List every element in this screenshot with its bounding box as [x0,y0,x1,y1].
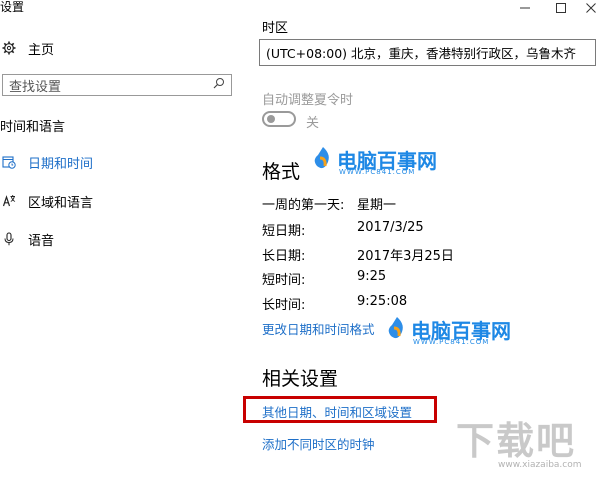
format-label-long-time: 长时间: [262,298,306,313]
change-format-link[interactable]: 更改日期和时间格式 [262,319,375,338]
format-label-short-date: 短日期: [262,224,306,239]
maximize-icon [556,3,566,13]
search-placeholder: 查找设置 [9,79,62,95]
toggle-knob [267,115,275,123]
format-value-short-time: 9:25 [357,269,387,284]
format-label-short-time: 短时间: [262,273,306,288]
close-icon [586,3,596,13]
sidebar-item-label: 日期和时间 [28,156,94,172]
microphone-icon [0,230,18,248]
maximize-button[interactable] [550,0,572,16]
watermark-corner-url: www.xiazaiba.com [498,460,582,470]
sidebar-category-title: 时间和语言 [0,120,66,135]
sidebar-item-label: 语音 [28,233,55,249]
sidebar-item-date-time[interactable]: 日期和时间 [0,148,93,176]
minimize-button[interactable] [514,0,536,16]
watermark-site-url: WWW.PC841.COM [339,168,416,176]
window-title: 设置 [0,0,25,14]
format-value-long-time: 9:25:08 [357,294,408,309]
sidebar-item-region-language[interactable]: 区域和语言 [0,187,93,215]
format-value-long-date: 2017年3月25日 [357,249,454,264]
format-label-long-date: 长日期: [262,249,306,264]
format-value-short-date: 2017/3/25 [357,220,424,235]
format-value-first-day: 星期一 [357,198,397,213]
close-button[interactable] [580,0,600,16]
other-date-time-region-link[interactable]: 其他日期、时间和区域设置 [262,402,412,421]
watermark-xiazaiba: 下载吧 www.xiazaiba.com [452,410,598,474]
pc841-logo-icon [314,147,329,169]
watermark-site-url: WWW.PC841.COM [413,338,490,346]
timezone-label: 时区 [262,21,289,36]
dst-label: 自动调整夏令时 [262,93,354,108]
sidebar-item-label: 区域和语言 [28,195,94,211]
calendar-clock-icon [0,153,18,171]
gear-icon [0,39,18,57]
add-clocks-link[interactable]: 添加不同时区的时钟 [262,434,375,453]
timezone-dropdown[interactable]: (UTC+08:00) 北京，重庆，香港特别行政区，乌鲁木齐 [259,39,596,66]
search-icon [213,77,225,93]
search-input[interactable]: 查找设置 [2,74,232,96]
dst-toggle-state: 关 [306,116,320,131]
pc841-logo-icon [388,317,403,339]
watermark-pc841-top: 电脑百事网 WWW.PC841.COM [312,143,442,177]
format-heading: 格式 [262,161,301,183]
dst-toggle[interactable] [262,111,296,127]
sidebar-home-label: 主页 [28,42,55,58]
format-label-first-day: 一周的第一天: [262,198,345,213]
region-language-icon [0,192,18,210]
related-settings-heading: 相关设置 [262,368,339,390]
minimize-icon [520,7,530,9]
watermark-pc841-bottom: 电脑百事网 WWW.PC841.COM [386,313,516,347]
watermark-corner-logo: 下载吧 [456,419,577,463]
sidebar-item-speech[interactable]: 语音 [0,225,54,253]
sidebar-item-home[interactable]: 主页 [0,34,54,62]
timezone-value: (UTC+08:00) 北京，重庆，香港特别行政区，乌鲁木齐 [266,46,577,61]
